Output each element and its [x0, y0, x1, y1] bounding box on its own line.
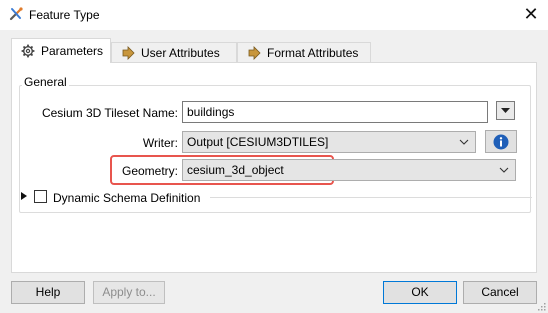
- ok-button-label: OK: [411, 285, 429, 299]
- geometry-value: cesium_3d_object: [187, 163, 284, 177]
- chevron-down-icon: [459, 139, 469, 145]
- tab-parameters-label: Parameters: [41, 44, 104, 58]
- help-button[interactable]: Help: [11, 281, 85, 304]
- parameters-panel: General Cesium 3D Tileset Name: building…: [11, 62, 537, 273]
- tab-format-attributes[interactable]: Format Attributes: [237, 42, 371, 62]
- chevron-down-icon: [499, 167, 509, 173]
- fme-wrench-icon: [9, 7, 23, 21]
- geometry-label: Geometry:: [121, 164, 178, 178]
- arrow-right-icon: [122, 45, 135, 60]
- writer-info-button[interactable]: [485, 130, 517, 153]
- tileset-name-input[interactable]: buildings: [182, 101, 488, 123]
- resize-grip-icon[interactable]: [536, 301, 546, 311]
- tab-user-attributes-label: User Attributes: [141, 45, 220, 60]
- cancel-button-label: Cancel: [481, 285, 519, 299]
- general-group-label: General: [22, 75, 69, 89]
- dynamic-schema-label: Dynamic Schema Definition: [53, 191, 201, 205]
- section-divider: [210, 197, 532, 198]
- writer-label: Writer:: [142, 136, 178, 150]
- close-icon: ✕: [523, 4, 539, 24]
- tab-user-attributes[interactable]: User Attributes: [111, 42, 237, 62]
- geometry-select[interactable]: cesium_3d_object: [182, 159, 516, 181]
- writer-select[interactable]: Output [CESIUM3DTILES]: [182, 131, 476, 153]
- arrow-right-icon: [248, 45, 261, 60]
- tileset-name-menu-button[interactable]: [496, 101, 515, 120]
- dynamic-schema-checkbox[interactable]: [34, 190, 47, 203]
- gear-icon: [21, 44, 35, 58]
- writer-value: Output [CESIUM3DTILES]: [187, 135, 329, 149]
- window-title: Feature Type: [29, 8, 100, 22]
- close-button[interactable]: ✕: [514, 0, 548, 30]
- expand-arrow-icon[interactable]: [20, 191, 28, 201]
- ok-button[interactable]: OK: [383, 281, 457, 304]
- tileset-name-label: Cesium 3D Tileset Name:: [41, 106, 178, 120]
- apply-to-button-label: Apply to...: [102, 285, 156, 299]
- cancel-button[interactable]: Cancel: [463, 281, 537, 304]
- triangle-down-icon: [501, 108, 510, 113]
- help-button-label: Help: [35, 285, 61, 299]
- info-icon: [493, 134, 509, 149]
- tab-format-attributes-label: Format Attributes: [267, 45, 359, 60]
- title-bar: Feature Type ✕: [0, 0, 548, 30]
- apply-to-button[interactable]: Apply to...: [93, 281, 165, 304]
- tileset-name-value: buildings: [187, 105, 235, 119]
- tab-parameters[interactable]: Parameters: [11, 38, 111, 63]
